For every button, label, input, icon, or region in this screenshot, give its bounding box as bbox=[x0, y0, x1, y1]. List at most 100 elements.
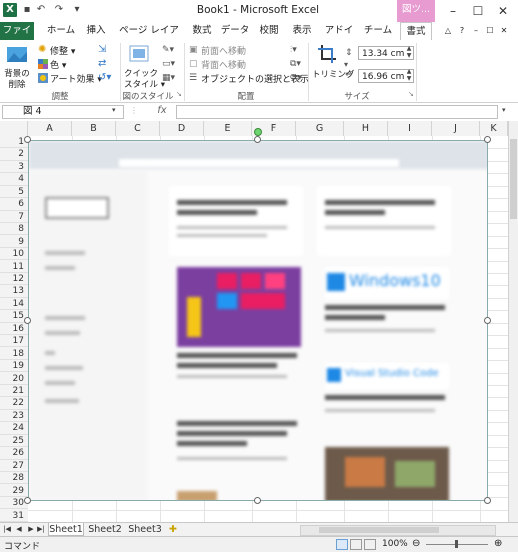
row-header[interactable]: 13 bbox=[0, 285, 28, 297]
column-header[interactable]: C bbox=[116, 121, 160, 136]
column-header[interactable]: A bbox=[28, 121, 72, 136]
row-header[interactable]: 22 bbox=[0, 397, 28, 409]
tab-file[interactable]: ファイル bbox=[0, 22, 34, 40]
tab-team[interactable]: チーム bbox=[362, 22, 394, 40]
row-header[interactable]: 5 bbox=[0, 186, 28, 198]
row-header[interactable]: 23 bbox=[0, 410, 28, 422]
resize-handle[interactable] bbox=[484, 497, 491, 504]
group-objects-icon[interactable]: ⧉▾ bbox=[290, 59, 304, 69]
tab-format[interactable]: 書式 bbox=[400, 22, 432, 40]
change-picture-icon[interactable]: ⇄ bbox=[98, 59, 110, 69]
close-button[interactable]: ✕ bbox=[490, 2, 516, 20]
row-header[interactable]: 4 bbox=[0, 173, 28, 185]
color-icon[interactable] bbox=[38, 59, 48, 69]
minimize-button[interactable]: – bbox=[440, 2, 466, 20]
rotate-icon[interactable]: ⟳▾ bbox=[290, 73, 304, 83]
selection-pane-icon[interactable]: ☰ bbox=[189, 73, 199, 83]
insert-function-icon[interactable]: fx bbox=[152, 105, 172, 119]
last-sheet-icon[interactable]: ▶| bbox=[36, 523, 46, 536]
zoom-level[interactable]: 100% bbox=[382, 539, 408, 549]
tab-page-layout[interactable]: ページ レイアウト bbox=[115, 22, 183, 40]
select-all-corner[interactable] bbox=[0, 121, 28, 136]
bring-forward-button[interactable]: 前面へ移動 bbox=[201, 44, 246, 57]
excel-app-icon[interactable]: X bbox=[3, 3, 17, 17]
customize-qat-icon[interactable]: ▾ bbox=[70, 3, 84, 17]
next-sheet-icon[interactable]: ▶ bbox=[26, 523, 36, 536]
row-header[interactable]: 3 bbox=[0, 161, 28, 173]
height-spin-down[interactable]: ▼ bbox=[405, 53, 413, 59]
row-header[interactable]: 25 bbox=[0, 435, 28, 447]
row-header[interactable]: 21 bbox=[0, 385, 28, 397]
horizontal-scrollbar[interactable] bbox=[300, 525, 496, 536]
zoom-in-icon[interactable]: ⊕ bbox=[494, 538, 502, 549]
row-header[interactable]: 10 bbox=[0, 248, 28, 260]
row-header[interactable]: 9 bbox=[0, 236, 28, 248]
column-header[interactable]: G bbox=[296, 121, 344, 136]
column-header[interactable]: I bbox=[388, 121, 432, 136]
align-icon[interactable]: ⫶▾ bbox=[290, 45, 304, 55]
artistic-effects-icon[interactable] bbox=[38, 73, 48, 83]
tab-home[interactable]: ホーム bbox=[44, 22, 78, 40]
compress-pictures-icon[interactable]: ⇲ bbox=[98, 45, 110, 55]
picture-layout-icon[interactable]: ▦▾ bbox=[162, 73, 178, 83]
doc-restore-icon[interactable]: ☐ bbox=[484, 22, 496, 40]
column-header[interactable]: D bbox=[160, 121, 204, 136]
column-header[interactable]: J bbox=[432, 121, 480, 136]
row-header[interactable]: 18 bbox=[0, 348, 28, 360]
picture-border-icon[interactable]: ✎▾ bbox=[162, 45, 178, 55]
insert-sheet-icon[interactable]: ✚ bbox=[166, 523, 180, 536]
row-header[interactable]: 6 bbox=[0, 198, 28, 210]
tab-view[interactable]: 表示 bbox=[288, 22, 316, 40]
doc-minimize-icon[interactable]: – bbox=[470, 22, 482, 40]
quick-styles-label-2[interactable]: スタイル ▾ bbox=[124, 78, 165, 90]
quick-styles-icon[interactable] bbox=[128, 44, 150, 64]
size-launcher-icon[interactable]: ↘ bbox=[408, 90, 414, 98]
normal-view-icon[interactable] bbox=[336, 539, 348, 550]
restore-button[interactable]: ☐ bbox=[465, 2, 491, 20]
crop-icon[interactable] bbox=[317, 44, 337, 64]
zoom-out-icon[interactable]: ⊖ bbox=[412, 538, 420, 549]
row-header[interactable]: 12 bbox=[0, 273, 28, 285]
name-box[interactable]: 図 4 bbox=[2, 105, 124, 119]
row-header[interactable]: 7 bbox=[0, 211, 28, 223]
page-break-view-icon[interactable] bbox=[364, 539, 376, 550]
resize-handle[interactable] bbox=[24, 136, 31, 143]
sheet-tab-3[interactable]: Sheet3 bbox=[126, 523, 164, 536]
row-header[interactable]: 31 bbox=[0, 510, 28, 522]
formula-bar-grip-icon[interactable]: ⋮ bbox=[130, 106, 138, 115]
rotate-handle[interactable] bbox=[254, 128, 262, 136]
send-backward-button[interactable]: 背面へ移動 bbox=[201, 58, 246, 71]
row-header[interactable]: 26 bbox=[0, 447, 28, 459]
resize-handle[interactable] bbox=[254, 136, 261, 143]
tab-data[interactable]: データ bbox=[220, 22, 250, 40]
tab-review[interactable]: 校閲 bbox=[255, 22, 283, 40]
save-icon[interactable]: ▪ bbox=[20, 3, 34, 17]
reset-picture-icon[interactable]: ↺▾ bbox=[98, 73, 114, 83]
artistic-effects-button[interactable]: アート効果 ▾ bbox=[50, 72, 102, 85]
name-box-dropdown-icon[interactable]: ▾ bbox=[112, 106, 116, 114]
row-header[interactable]: 27 bbox=[0, 460, 28, 472]
row-header[interactable]: 14 bbox=[0, 298, 28, 310]
sheet-tab-2[interactable]: Sheet2 bbox=[86, 523, 124, 536]
column-header[interactable]: E bbox=[204, 121, 252, 136]
remove-background-icon[interactable] bbox=[6, 44, 28, 64]
inserted-picture[interactable]: Windows10 Visual Studio Code bbox=[28, 140, 488, 501]
vertical-scrollbar[interactable] bbox=[508, 121, 518, 522]
row-header[interactable]: 24 bbox=[0, 422, 28, 434]
row-header[interactable]: 19 bbox=[0, 360, 28, 372]
resize-handle[interactable] bbox=[484, 317, 491, 324]
expand-formula-bar-icon[interactable]: ▾ bbox=[502, 106, 506, 114]
row-header[interactable]: 11 bbox=[0, 261, 28, 273]
row-header[interactable]: 16 bbox=[0, 323, 28, 335]
resize-handle[interactable] bbox=[484, 136, 491, 143]
row-header[interactable]: 2 bbox=[0, 148, 28, 160]
color-button[interactable]: 色 ▾ bbox=[50, 58, 66, 71]
row-header[interactable]: 28 bbox=[0, 472, 28, 484]
redo-icon[interactable]: ↷ bbox=[52, 3, 66, 17]
formula-input[interactable] bbox=[176, 105, 498, 119]
page-layout-view-icon[interactable] bbox=[350, 539, 362, 550]
corrections-button[interactable]: 修整 ▾ bbox=[50, 44, 75, 57]
tab-addins[interactable]: アドイン bbox=[321, 22, 357, 40]
first-sheet-icon[interactable]: |◀ bbox=[2, 523, 12, 536]
row-header[interactable]: 20 bbox=[0, 373, 28, 385]
